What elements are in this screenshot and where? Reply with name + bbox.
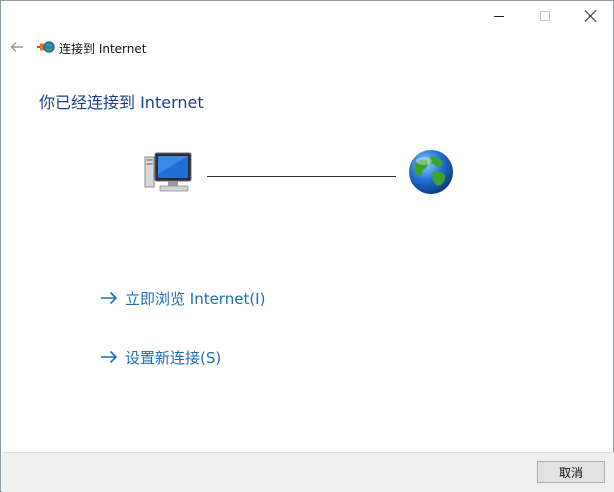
back-button[interactable] (7, 38, 27, 56)
network-connect-icon (37, 41, 55, 53)
connection-line (207, 176, 396, 177)
browse-internet-link[interactable]: 立即浏览 Internet(I) (99, 285, 265, 311)
window-title: 连接到 Internet (59, 42, 147, 56)
setup-new-connection-label: 设置新连接(S) (125, 348, 222, 367)
maximize-button[interactable] (522, 1, 568, 31)
globe-icon (409, 150, 453, 194)
minimize-icon (494, 15, 504, 17)
computer-icon (144, 152, 192, 192)
connect-to-internet-window: 连接到 Internet 你已经连接到 Internet 立即浏览 Intern… (0, 0, 614, 492)
arrow-right-icon (101, 291, 118, 305)
maximize-icon (540, 11, 550, 21)
minimize-button[interactable] (476, 1, 522, 31)
arrow-left-icon (10, 42, 23, 52)
cancel-button[interactable]: 取消 (537, 461, 605, 483)
footer-bar: 取消 (2, 452, 614, 492)
setup-new-connection-link[interactable]: 设置新连接(S) (99, 344, 221, 370)
page-heading: 你已经连接到 Internet (39, 93, 204, 112)
browse-internet-label: 立即浏览 Internet(I) (125, 289, 266, 308)
close-button[interactable] (568, 1, 614, 31)
close-icon (585, 10, 597, 22)
arrow-right-icon (101, 350, 118, 364)
